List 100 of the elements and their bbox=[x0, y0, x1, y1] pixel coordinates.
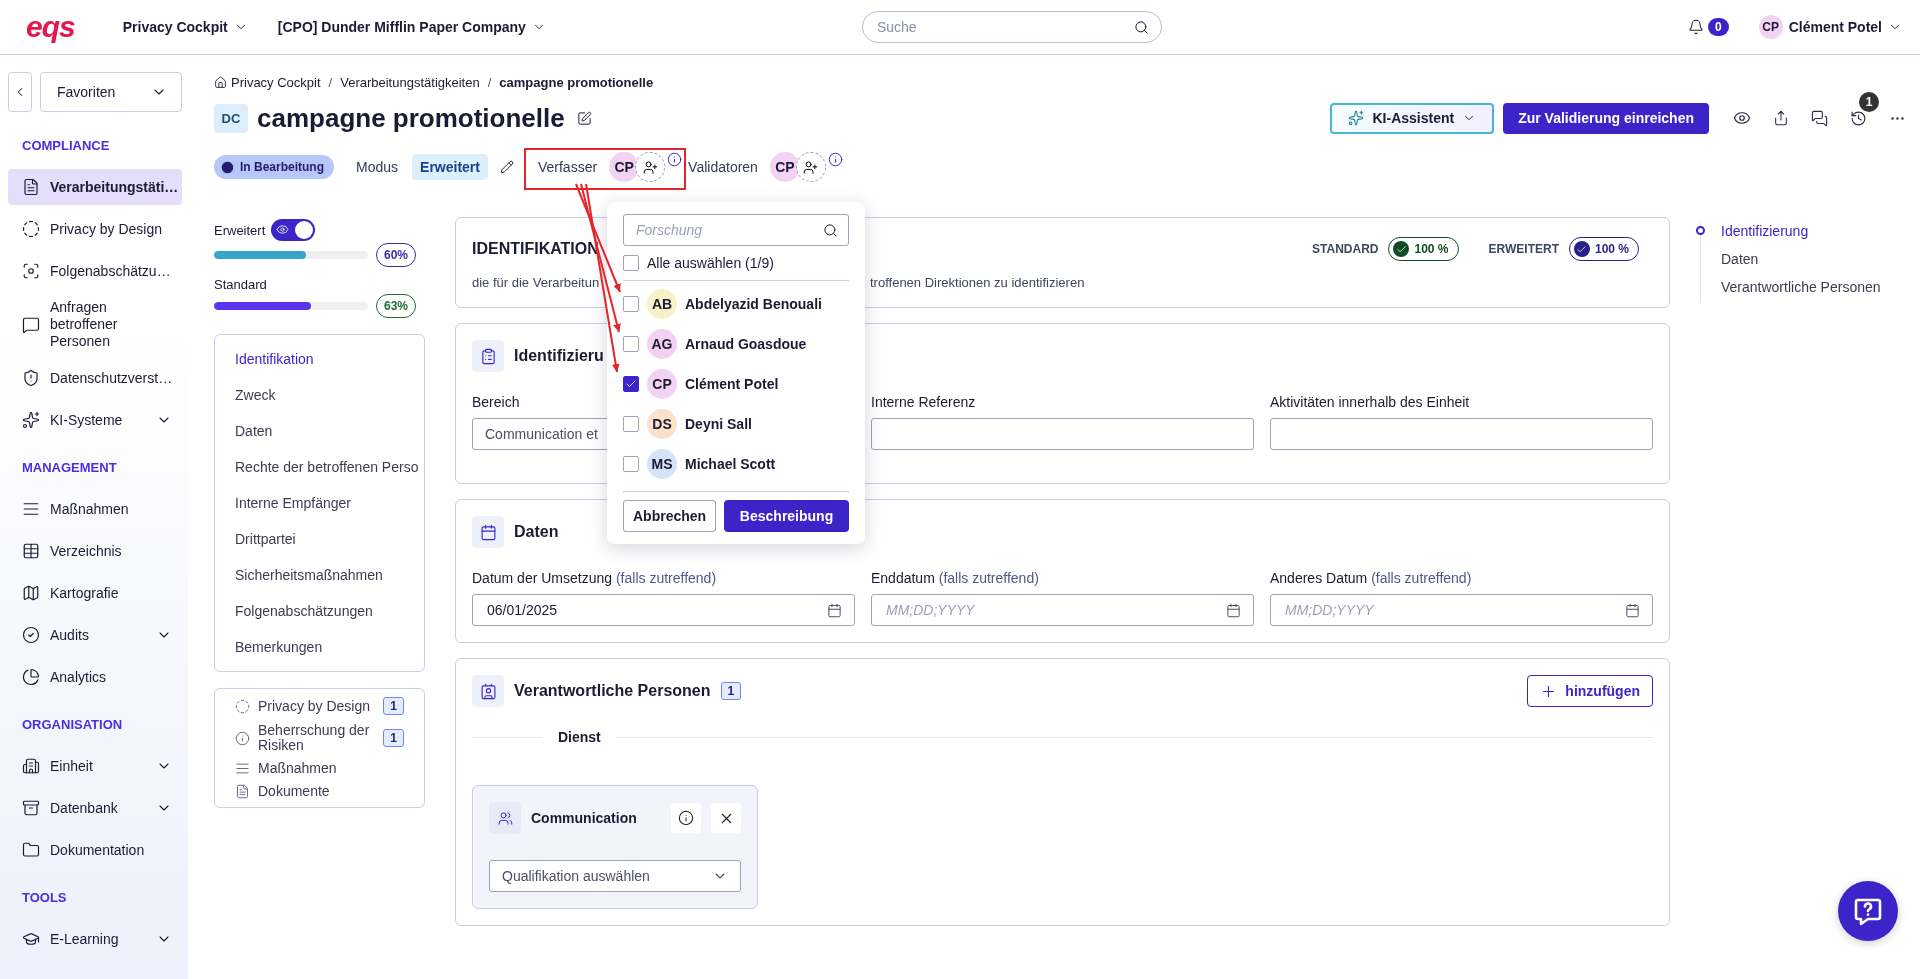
eye-icon[interactable] bbox=[1733, 109, 1751, 127]
section-link[interactable]: Folgenabschätzungen bbox=[235, 593, 424, 629]
validators-label: Validatoren bbox=[688, 159, 758, 175]
sidebar-item[interactable]: Dokumentation bbox=[8, 832, 182, 868]
favorites-select[interactable]: Favoriten bbox=[40, 72, 182, 112]
sidebar-item[interactable]: Datenschutzverst… bbox=[8, 360, 182, 396]
related-link[interactable]: Maßnahmen bbox=[258, 761, 404, 776]
share-icon[interactable] bbox=[1773, 110, 1789, 126]
mode-chip: Erweitert bbox=[412, 154, 488, 180]
field-label: Bereich bbox=[472, 394, 521, 410]
bell-icon[interactable] bbox=[1687, 19, 1704, 35]
comments-icon[interactable] bbox=[1811, 109, 1828, 127]
sidebar-item[interactable]: Privacy by Design bbox=[8, 211, 182, 247]
date-field[interactable]: MM;DD;YYYY bbox=[1270, 594, 1653, 626]
service-name: Communication bbox=[531, 810, 638, 826]
mode-label: Modus bbox=[356, 159, 399, 175]
date-field[interactable]: 06/01/2025 bbox=[472, 594, 855, 626]
count-badge: 1 bbox=[720, 682, 742, 700]
checkbox[interactable] bbox=[623, 296, 639, 312]
field-label: Enddatum (falls zutreffend) bbox=[871, 570, 1040, 586]
mode-toggle[interactable] bbox=[271, 219, 316, 241]
sidebar-item[interactable]: Audits bbox=[8, 617, 182, 653]
checkbox[interactable] bbox=[623, 255, 639, 271]
sidebar-item[interactable]: Datenbank bbox=[8, 790, 182, 826]
user-menu[interactable]: CP Clément Potel bbox=[1758, 15, 1902, 39]
cancel-button[interactable]: Abbrechen bbox=[623, 500, 717, 532]
section-link[interactable]: Drittpartei bbox=[235, 521, 424, 557]
breadcrumb-link[interactable]: Verarbeitungstätigkeiten bbox=[340, 75, 480, 90]
checkbox[interactable] bbox=[623, 416, 639, 432]
person-avatar: AB bbox=[647, 289, 677, 319]
sidebar-item[interactable]: Verzeichnis bbox=[8, 533, 182, 569]
submit-button[interactable]: Zur Validierung einreichen bbox=[1503, 102, 1709, 134]
history-icon[interactable] bbox=[1850, 109, 1867, 127]
person-name: Clément Potel bbox=[685, 376, 779, 392]
section-link[interactable]: Identifikation bbox=[235, 341, 424, 377]
section-link[interactable]: Daten bbox=[235, 413, 424, 449]
breadcrumb-link[interactable]: campagne promotionelle bbox=[499, 75, 654, 90]
checkbox[interactable] bbox=[623, 376, 639, 392]
document-badge: DC bbox=[214, 103, 248, 133]
user-plus-icon bbox=[642, 159, 658, 175]
section-link[interactable]: Rechte der betroffenen Perso bbox=[235, 449, 424, 485]
sidebar-item[interactable]: Folgenabschätzu… bbox=[8, 253, 182, 289]
sidebar-item[interactable]: Analytics bbox=[8, 659, 182, 695]
sidebar-item[interactable]: Anfragen betroffener Personen bbox=[8, 295, 182, 354]
sidebar-item[interactable]: Maßnahmen bbox=[8, 491, 182, 527]
edit-icon[interactable] bbox=[576, 110, 592, 126]
progress-label: Standard bbox=[214, 277, 268, 292]
sidebar-item[interactable]: E-Learning bbox=[8, 921, 182, 957]
date-input[interactable]: 06/01/2025 bbox=[485, 595, 827, 625]
related-link[interactable]: Beherrschung der Risiken bbox=[258, 723, 376, 753]
lines-icon bbox=[235, 761, 250, 776]
qualification-select[interactable]: Qualifikation auswählen bbox=[489, 860, 741, 892]
date-input[interactable]: MM;DD;YYYY bbox=[1283, 595, 1625, 625]
sidebar-item[interactable]: Einheit bbox=[8, 748, 182, 784]
search-input[interactable]: Suche bbox=[874, 12, 1126, 42]
clipboard-icon bbox=[479, 347, 497, 365]
person-name: Abdelyazid Benouali bbox=[685, 296, 822, 312]
check-icon bbox=[625, 378, 637, 390]
add-button[interactable]: hinzufügen bbox=[1527, 675, 1653, 707]
date-input[interactable]: MM;DD;YYYY bbox=[884, 595, 1226, 625]
section-link[interactable]: Interne Empfänger bbox=[235, 485, 424, 521]
pencil-icon[interactable] bbox=[499, 160, 514, 174]
date-field[interactable]: MM;DD;YYYY bbox=[871, 594, 1254, 626]
section-link[interactable]: Zweck bbox=[235, 377, 424, 413]
info-icon bbox=[678, 810, 694, 826]
toc-link[interactable]: Daten bbox=[1721, 251, 1906, 267]
sidebar-item[interactable]: Kartografie bbox=[8, 575, 182, 611]
close-button[interactable] bbox=[711, 803, 741, 833]
lines-icon bbox=[22, 500, 40, 518]
toc-link[interactable]: Identifizierung bbox=[1721, 223, 1906, 239]
checkbox[interactable] bbox=[623, 336, 639, 352]
sidebar-item[interactable]: Verarbeitungstäti… bbox=[8, 169, 182, 205]
search-input[interactable]: Forschung bbox=[634, 215, 817, 245]
info-button[interactable] bbox=[671, 803, 701, 833]
input-field[interactable] bbox=[1270, 418, 1653, 450]
help-chat-button[interactable] bbox=[1838, 881, 1898, 941]
top-menu[interactable]: Privacy Cockpit bbox=[122, 19, 248, 35]
add-author-button[interactable] bbox=[635, 152, 666, 182]
sidebar-item[interactable]: KI-Systeme bbox=[8, 402, 182, 438]
checkbox[interactable] bbox=[623, 456, 639, 472]
related-link[interactable]: Privacy by Design bbox=[258, 698, 376, 714]
info-icon bbox=[667, 152, 683, 167]
confirm-button[interactable]: Beschreibung bbox=[724, 500, 849, 532]
input-field[interactable] bbox=[871, 418, 1254, 450]
add-validator-button[interactable] bbox=[795, 152, 826, 182]
section-link[interactable]: Sicherheitsmaßnahmen bbox=[235, 557, 424, 593]
section-link[interactable]: Bemerkungen bbox=[235, 629, 424, 665]
calendar-icon bbox=[479, 523, 497, 541]
top-menu[interactable]: [CPO] Dunder Mifflin Paper Company bbox=[277, 19, 546, 35]
assistant-button[interactable]: KI-Assistent bbox=[1330, 102, 1495, 134]
breadcrumb-link[interactable]: Privacy Cockpit bbox=[214, 75, 321, 90]
graduation-cap-icon bbox=[22, 930, 40, 948]
calendar-icon bbox=[1226, 602, 1241, 618]
person-avatar: AG bbox=[647, 329, 677, 359]
message-icon bbox=[22, 315, 40, 334]
group-label: Dienst bbox=[557, 729, 602, 745]
toc-link[interactable]: Verantwortliche Personen bbox=[1721, 279, 1906, 295]
status-pill: In Bearbeitung bbox=[214, 155, 334, 179]
related-link[interactable]: Dokumente bbox=[258, 784, 404, 799]
search-field[interactable]: Forschung bbox=[623, 214, 849, 246]
